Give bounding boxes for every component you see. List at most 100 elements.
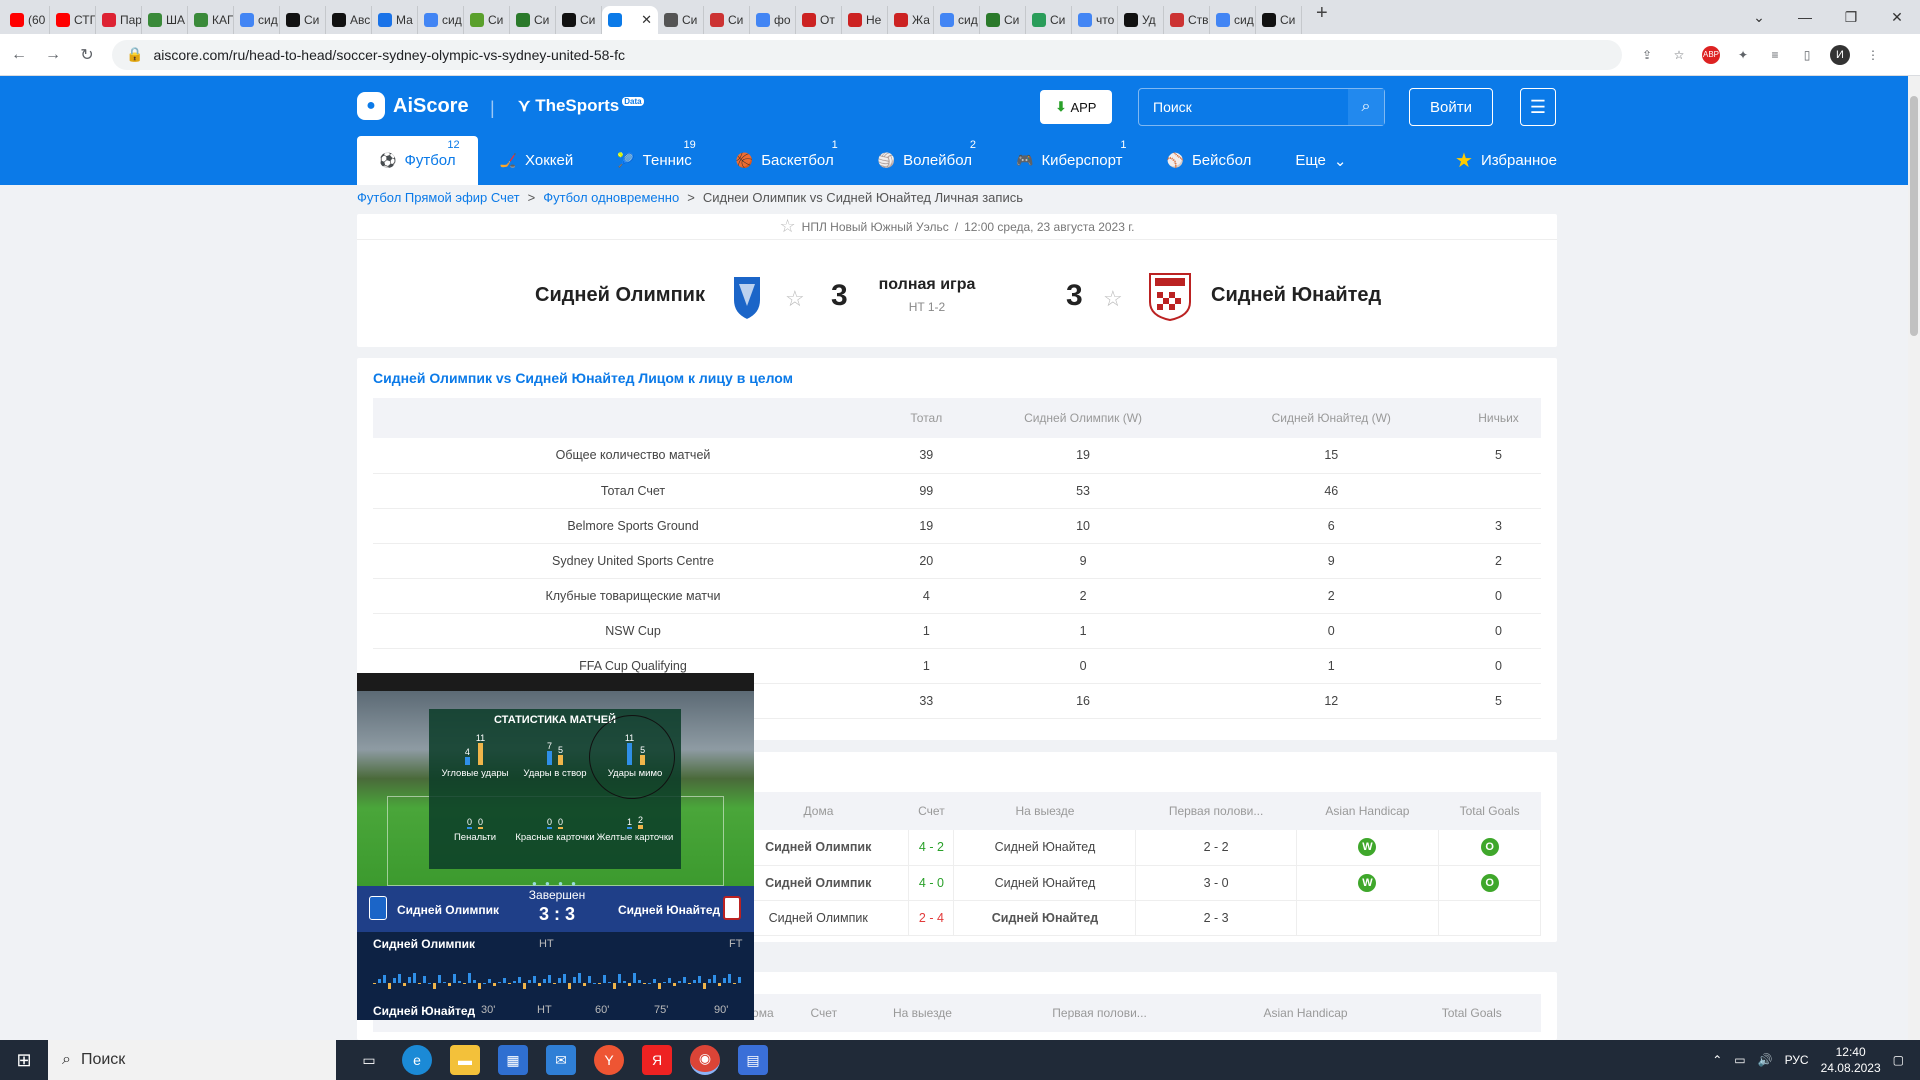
away-team-cell[interactable]: Сидней Юнайтед <box>953 900 1137 936</box>
match-score[interactable]: 4 - 2 <box>919 840 944 854</box>
browser-tab[interactable]: Ств <box>1164 6 1210 34</box>
browser-tab[interactable]: Пар <box>96 6 142 34</box>
sport-tab[interactable]: ⚽ Футбол 12 <box>357 136 478 185</box>
sport-tab[interactable]: ⚾ Бейсбол <box>1145 136 1274 185</box>
store-icon[interactable]: ▦ <box>498 1045 528 1075</box>
reload-button[interactable]: ↻ <box>72 40 102 70</box>
browser-tab[interactable]: Си <box>464 6 510 34</box>
sport-tab[interactable]: Еще ⌄ <box>1273 136 1368 185</box>
browser-tab[interactable]: Си <box>280 6 326 34</box>
adblock-icon[interactable]: ABP <box>1702 45 1720 64</box>
away-team-cell[interactable]: Сидней Юнайтед <box>953 865 1137 901</box>
home-team-cell[interactable]: Сидней Олимпик <box>728 830 910 866</box>
score-cell[interactable]: 4 - 2 <box>908 830 955 866</box>
browser-tab[interactable]: ША <box>142 6 188 34</box>
tab-close-icon[interactable]: ✕ <box>641 12 652 28</box>
home-favorite-star-icon[interactable]: ☆ <box>785 286 805 312</box>
browser-tab[interactable]: Не <box>842 6 888 34</box>
away-team[interactable]: Сидней Юнайтед <box>995 876 1096 890</box>
away-team-crest[interactable] <box>1145 270 1195 322</box>
forward-button[interactable]: → <box>38 40 68 70</box>
minimize-button[interactable]: — <box>1782 0 1828 34</box>
yandex-icon[interactable]: Я <box>642 1045 672 1075</box>
language-indicator[interactable]: РУС <box>1785 1053 1809 1067</box>
edge-icon[interactable]: e <box>402 1045 432 1075</box>
extensions-icon[interactable]: ✦ <box>1734 46 1752 64</box>
away-team-name[interactable]: Сидней Юнайтед <box>1211 284 1381 307</box>
home-team-crest[interactable] <box>727 270 767 322</box>
browser-tab[interactable]: сид <box>418 6 464 34</box>
browser-tab[interactable]: ✕ <box>602 6 658 34</box>
sport-tab[interactable]: 🏐 Волейбол 2 <box>856 136 994 185</box>
match-score[interactable]: 4 - 0 <box>919 876 944 890</box>
file-explorer-icon[interactable]: ▬ <box>450 1045 480 1075</box>
page-scrollbar[interactable] <box>1908 76 1920 1040</box>
breadcrumb-simultaneous[interactable]: Футбол одновременно <box>543 190 679 205</box>
browser-tab[interactable]: СТГ <box>50 6 96 34</box>
chrome-icon[interactable]: ◉ <box>690 1045 720 1075</box>
tray-network-icon[interactable]: ▭ <box>1734 1053 1745 1067</box>
sport-tab[interactable]: 🎾 Теннис 19 <box>595 136 714 185</box>
browser-tab[interactable]: сид <box>234 6 280 34</box>
browser-tab[interactable]: Авс <box>326 6 372 34</box>
share-icon[interactable]: ⇪ <box>1638 46 1656 64</box>
home-team[interactable]: Сидней Олимпик <box>769 911 868 925</box>
tray-volume-icon[interactable]: 🔊 <box>1758 1053 1773 1067</box>
browser-tab[interactable]: сид <box>934 6 980 34</box>
notifications-icon[interactable]: ▢ <box>1893 1053 1904 1067</box>
hamburger-menu-icon[interactable]: ☰ <box>1520 88 1556 126</box>
new-tab-button[interactable]: + <box>1316 2 1328 32</box>
restore-button[interactable]: ❐ <box>1828 0 1874 34</box>
search-icon[interactable]: ⌕ <box>1348 89 1384 125</box>
browser-tab[interactable]: Уд <box>1118 6 1164 34</box>
login-button[interactable]: Войти <box>1409 88 1493 126</box>
league-star-icon[interactable]: ☆ <box>780 216 796 237</box>
scrollbar-thumb[interactable] <box>1910 96 1918 336</box>
browser-menu-icon[interactable]: ⋮ <box>1864 46 1882 64</box>
url-field[interactable]: 🔒 aiscore.com/ru/head-to-head/soccer-syd… <box>112 39 1622 70</box>
sport-tab[interactable]: 🏀 Баскетбол 1 <box>714 136 856 185</box>
close-window-button[interactable]: ✕ <box>1874 0 1920 34</box>
calculator-icon[interactable]: ▤ <box>738 1045 768 1075</box>
browser-tab[interactable]: КАГ <box>188 6 234 34</box>
browser-tab[interactable]: Си <box>1256 6 1302 34</box>
browser-tab[interactable]: Си <box>510 6 556 34</box>
back-button[interactable]: ← <box>4 40 34 70</box>
league-name[interactable]: НПЛ Новый Южный Уэльс <box>802 220 949 234</box>
browser-tab[interactable]: Си <box>556 6 602 34</box>
taskbar-search[interactable]: ⌕ Поиск <box>48 1040 336 1080</box>
away-favorite-star-icon[interactable]: ☆ <box>1103 286 1123 312</box>
home-team-cell[interactable]: Сидней Олимпик <box>728 900 910 936</box>
browser-tab[interactable]: Ма <box>372 6 418 34</box>
windows-start-icon[interactable]: ⊞ <box>0 1040 48 1080</box>
home-team-name[interactable]: Сидней Олимпик <box>535 284 705 307</box>
browser-tab[interactable]: Си <box>980 6 1026 34</box>
tray-chevron-icon[interactable]: ⌃ <box>1712 1053 1722 1067</box>
bookmark-star-icon[interactable]: ☆ <box>1670 46 1688 64</box>
browser-tab[interactable]: фо <box>750 6 796 34</box>
search-box[interactable]: Поиск ⌕ <box>1138 88 1385 126</box>
sport-tab[interactable]: 🎮 Киберспорт 1 <box>994 136 1145 185</box>
yandex-browser-icon[interactable]: Y <box>594 1045 624 1075</box>
tab-search-icon[interactable]: ⌄ <box>1736 0 1782 34</box>
thesports-logo[interactable]: ⋎ TheSports Data <box>518 96 644 116</box>
browser-tab[interactable]: Си <box>658 6 704 34</box>
browser-tab[interactable]: что <box>1072 6 1118 34</box>
app-download-button[interactable]: ⬇ APP <box>1040 90 1112 124</box>
away-team-cell[interactable]: Сидней Юнайтед <box>953 830 1137 866</box>
score-cell[interactable]: 2 - 4 <box>908 900 955 936</box>
away-team[interactable]: Сидней Юнайтед <box>992 911 1098 925</box>
breadcrumb-live-scores[interactable]: Футбол Прямой эфир Счет <box>357 190 520 205</box>
away-team[interactable]: Сидней Юнайтед <box>995 840 1096 854</box>
browser-tab[interactable]: От <box>796 6 842 34</box>
home-team-cell[interactable]: Сидней Олимпик <box>728 865 910 901</box>
sidepanel-icon[interactable]: ▯ <box>1798 46 1816 64</box>
media-icon[interactable]: ≡ <box>1766 46 1784 64</box>
task-view-icon[interactable]: ▭ <box>354 1045 384 1075</box>
clock[interactable]: 12:40 24.08.2023 <box>1821 1044 1881 1076</box>
search-input[interactable]: Поиск <box>1139 99 1348 115</box>
browser-tab[interactable]: сид <box>1210 6 1256 34</box>
browser-tab[interactable]: Си <box>704 6 750 34</box>
browser-tab[interactable]: Жа <box>888 6 934 34</box>
score-cell[interactable]: 4 - 0 <box>908 865 955 901</box>
